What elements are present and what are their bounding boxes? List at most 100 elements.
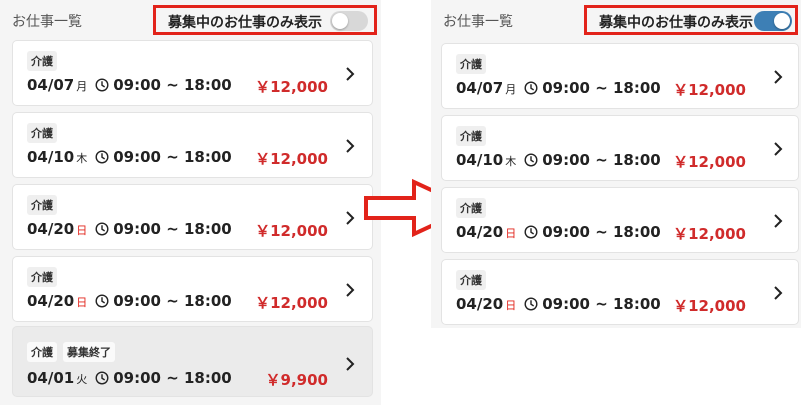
job-date: 04/20 bbox=[456, 295, 504, 313]
clock-icon bbox=[524, 153, 538, 167]
job-weekday: 木 bbox=[505, 155, 517, 168]
job-tags: 介護 募集終了 bbox=[27, 342, 115, 362]
job-schedule: 04/20 日 09:00 ~ 18:00 bbox=[27, 292, 232, 310]
job-date: 04/20 bbox=[27, 292, 75, 310]
job-price: ￥12,000 bbox=[255, 150, 328, 168]
job-schedule: 04/01 火 09:00 ~ 18:00 bbox=[27, 369, 232, 387]
clock-icon bbox=[95, 371, 109, 385]
job-category-tag: 介護 bbox=[27, 195, 57, 215]
job-category-tag: 介護 bbox=[27, 51, 57, 71]
chevron-right-icon bbox=[346, 357, 355, 371]
job-weekday: 日 bbox=[76, 224, 88, 237]
job-date: 04/10 bbox=[456, 151, 504, 169]
recruitment-closed-badge: 募集終了 bbox=[63, 342, 115, 362]
job-card[interactable]: 介護 04/07 月 09:00 ~ 18:00 ￥12,000 bbox=[12, 40, 373, 106]
job-date: 04/20 bbox=[27, 220, 75, 238]
job-price: ￥9,900 bbox=[265, 371, 328, 389]
job-tags: 介護 bbox=[27, 195, 57, 215]
job-tags: 介護 bbox=[27, 51, 57, 71]
job-time: 09:00 ~ 18:00 bbox=[113, 369, 232, 387]
job-category-tag: 介護 bbox=[456, 270, 486, 290]
job-price: ￥12,000 bbox=[673, 81, 746, 99]
job-price: ￥12,000 bbox=[673, 297, 746, 315]
job-tags: 介護 bbox=[456, 270, 486, 290]
job-time: 09:00 ~ 18:00 bbox=[113, 292, 232, 310]
job-time: 09:00 ~ 18:00 bbox=[113, 76, 232, 94]
job-schedule: 04/10 木 09:00 ~ 18:00 bbox=[456, 151, 661, 169]
recruiting-filter-label: 募集中のお仕事のみ表示 bbox=[168, 15, 322, 31]
job-tags: 介護 bbox=[456, 198, 486, 218]
toggle-knob bbox=[332, 13, 348, 29]
chevron-right-icon bbox=[346, 211, 355, 225]
job-schedule: 04/20 日 09:00 ~ 18:00 bbox=[27, 220, 232, 238]
job-weekday: 日 bbox=[505, 227, 517, 240]
recruiting-only-toggle[interactable] bbox=[330, 11, 368, 31]
clock-icon bbox=[524, 81, 538, 95]
recruiting-only-toggle[interactable] bbox=[754, 11, 792, 31]
job-schedule: 04/07 月 09:00 ~ 18:00 bbox=[27, 76, 232, 94]
job-date: 04/01 bbox=[27, 369, 75, 387]
clock-icon bbox=[524, 225, 538, 239]
clock-icon bbox=[95, 294, 109, 308]
job-category-tag: 介護 bbox=[27, 267, 57, 287]
job-card[interactable]: 介護 04/20 日 09:00 ~ 18:00 ￥12,000 bbox=[12, 184, 373, 250]
job-time: 09:00 ~ 18:00 bbox=[542, 223, 661, 241]
job-time: 09:00 ~ 18:00 bbox=[113, 148, 232, 166]
job-time: 09:00 ~ 18:00 bbox=[542, 79, 661, 97]
job-schedule: 04/20 日 09:00 ~ 18:00 bbox=[456, 223, 661, 241]
job-category-tag: 介護 bbox=[456, 198, 486, 218]
chevron-right-icon bbox=[774, 286, 783, 300]
job-card[interactable]: 介護 募集終了 04/01 火 09:00 ~ 18:00 ￥9,900 bbox=[12, 326, 373, 397]
job-price: ￥12,000 bbox=[673, 153, 746, 171]
job-time: 09:00 ~ 18:00 bbox=[542, 295, 661, 313]
job-time: 09:00 ~ 18:00 bbox=[113, 220, 232, 238]
job-card[interactable]: 介護 04/20 日 09:00 ~ 18:00 ￥12,000 bbox=[12, 256, 373, 322]
job-weekday: 日 bbox=[76, 296, 88, 309]
job-tags: 介護 bbox=[27, 123, 57, 143]
job-tags: 介護 bbox=[456, 54, 486, 74]
recruiting-filter-highlight: 募集中のお仕事のみ表示 bbox=[153, 5, 377, 35]
clock-icon bbox=[95, 222, 109, 236]
chevron-right-icon bbox=[774, 70, 783, 84]
job-schedule: 04/07 月 09:00 ~ 18:00 bbox=[456, 79, 661, 97]
job-schedule: 04/10 木 09:00 ~ 18:00 bbox=[27, 148, 232, 166]
list-header: お仕事一覧 募集中のお仕事のみ表示 bbox=[431, 0, 801, 40]
job-date: 04/07 bbox=[27, 76, 75, 94]
recruiting-filter-highlight: 募集中のお仕事のみ表示 bbox=[584, 5, 798, 35]
job-category-tag: 介護 bbox=[27, 342, 57, 362]
job-card[interactable]: 介護 04/10 木 09:00 ~ 18:00 ￥12,000 bbox=[12, 112, 373, 178]
chevron-right-icon bbox=[346, 67, 355, 81]
clock-icon bbox=[524, 297, 538, 311]
job-card[interactable]: 介護 04/20 日 09:00 ~ 18:00 ￥12,000 bbox=[441, 259, 799, 325]
section-title: お仕事一覧 bbox=[443, 14, 513, 30]
job-list-panel-before: お仕事一覧 募集中のお仕事のみ表示 介護 04/07 月 09:00 ~ 18:00 ￥… bbox=[0, 0, 381, 405]
job-date: 04/20 bbox=[456, 223, 504, 241]
job-category-tag: 介護 bbox=[456, 126, 486, 146]
job-card[interactable]: 介護 04/20 日 09:00 ~ 18:00 ￥12,000 bbox=[441, 187, 799, 253]
job-schedule: 04/20 日 09:00 ~ 18:00 bbox=[456, 295, 661, 313]
job-category-tag: 介護 bbox=[456, 54, 486, 74]
job-category-tag: 介護 bbox=[27, 123, 57, 143]
chevron-right-icon bbox=[346, 283, 355, 297]
chevron-right-icon bbox=[774, 214, 783, 228]
toggle-knob bbox=[774, 13, 790, 29]
job-price: ￥12,000 bbox=[255, 78, 328, 96]
job-time: 09:00 ~ 18:00 bbox=[542, 151, 661, 169]
job-weekday: 月 bbox=[505, 83, 517, 96]
section-title: お仕事一覧 bbox=[12, 14, 82, 30]
job-weekday: 日 bbox=[505, 299, 517, 312]
job-weekday: 火 bbox=[76, 373, 88, 386]
job-list-panel-after: お仕事一覧 募集中のお仕事のみ表示 介護 04/07 月 09:00 ~ 18:00 ￥… bbox=[431, 0, 801, 328]
job-tags: 介護 bbox=[456, 126, 486, 146]
job-price: ￥12,000 bbox=[255, 222, 328, 240]
clock-icon bbox=[95, 78, 109, 92]
job-card[interactable]: 介護 04/07 月 09:00 ~ 18:00 ￥12,000 bbox=[441, 43, 799, 109]
job-price: ￥12,000 bbox=[673, 225, 746, 243]
job-price: ￥12,000 bbox=[255, 294, 328, 312]
chevron-right-icon bbox=[774, 142, 783, 156]
chevron-right-icon bbox=[346, 139, 355, 153]
list-header: お仕事一覧 募集中のお仕事のみ表示 bbox=[0, 0, 381, 40]
job-date: 04/07 bbox=[456, 79, 504, 97]
job-tags: 介護 bbox=[27, 267, 57, 287]
job-card[interactable]: 介護 04/10 木 09:00 ~ 18:00 ￥12,000 bbox=[441, 115, 799, 181]
